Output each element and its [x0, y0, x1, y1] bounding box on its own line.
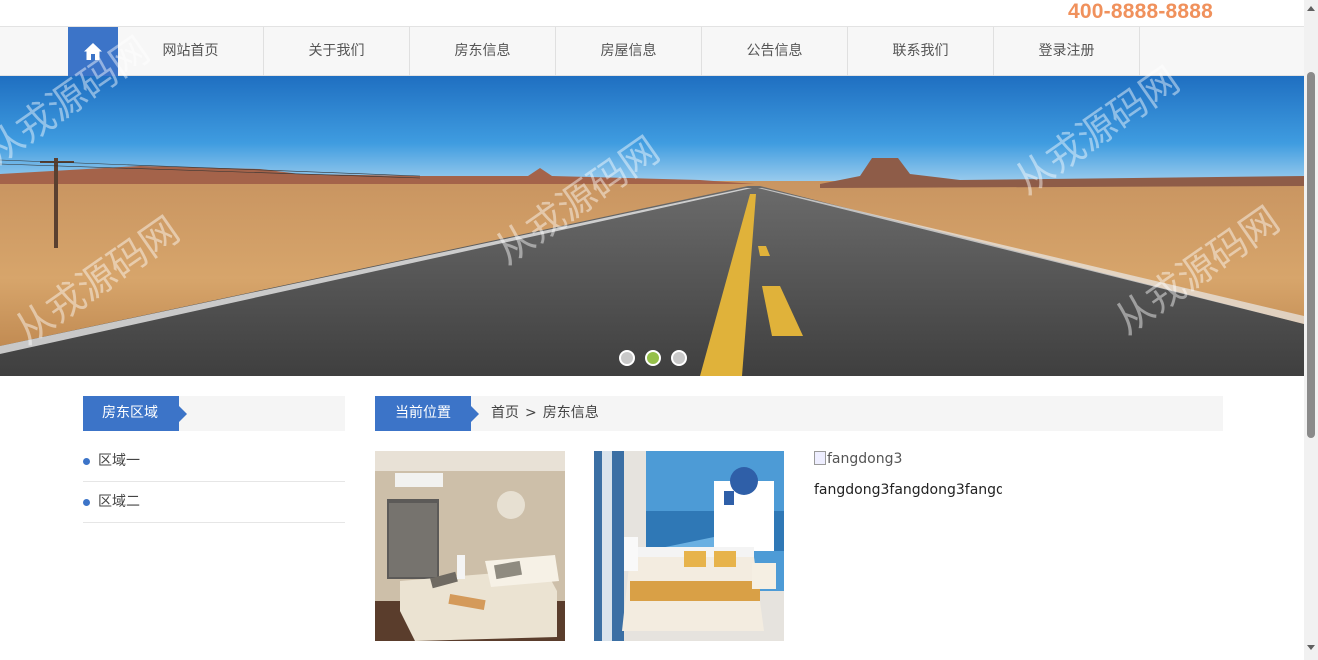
banner-dot-1[interactable] [619, 350, 635, 366]
banner-road-image [0, 76, 1304, 376]
nav-item-notices[interactable]: 公告信息 [702, 27, 848, 76]
breadcrumb-separator: > [525, 405, 537, 421]
scroll-down-arrow-icon[interactable] [1307, 645, 1315, 650]
breadcrumb-path: 首页 > 房东信息 [491, 396, 605, 431]
breadcrumb-current: 房东信息 [542, 405, 599, 421]
sidebar-item-region-2[interactable]: 区域二 [83, 482, 345, 523]
sidebar-list: 区域一 区域二 [83, 441, 345, 523]
nav-items: 网站首页 关于我们 房东信息 房屋信息 公告信息 联系我们 登录注册 [118, 27, 1140, 76]
listing-3-text[interactable]: fangdong3fangdong3fangdong3 [814, 482, 1002, 498]
breadcrumb-home-link[interactable]: 首页 [491, 405, 519, 421]
nav-item-contact[interactable]: 联系我们 [848, 27, 994, 76]
banner-dot-3[interactable] [671, 350, 687, 366]
breadcrumb-title: 当前位置 [375, 396, 479, 431]
breadcrumb: 当前位置 首页 > 房东信息 [375, 396, 1223, 431]
nav-item-home[interactable]: 网站首页 [118, 27, 264, 76]
banner-dots [619, 350, 687, 366]
bedroom-photo [594, 451, 784, 641]
hero-banner[interactable] [0, 76, 1304, 376]
nav-item-houses[interactable]: 房屋信息 [556, 27, 702, 76]
nav-item-landlords[interactable]: 房东信息 [410, 27, 556, 76]
banner-dot-2[interactable] [645, 350, 661, 366]
sidebar-title: 房东区域 [83, 396, 187, 431]
broken-image-icon [814, 451, 826, 465]
listing-image-3-broken[interactable]: fangdong3 [814, 451, 902, 467]
hotline-phone: 400-8888-8888 [1068, 0, 1214, 23]
page: 400-8888-8888 网站首页 关于我们 房东信息 房屋信息 公告信息 联… [0, 0, 1318, 660]
main-nav: 网站首页 关于我们 房东信息 房屋信息 公告信息 联系我们 登录注册 [0, 26, 1304, 76]
nav-item-about[interactable]: 关于我们 [264, 27, 410, 76]
scrollbar-thumb[interactable] [1307, 72, 1315, 438]
top-strip: 400-8888-8888 [0, 0, 1304, 26]
listing-image-1[interactable] [375, 451, 565, 641]
broken-image-alt: fangdong3 [827, 451, 903, 467]
scroll-up-arrow-icon[interactable] [1307, 6, 1315, 11]
bedroom-photo [375, 451, 565, 641]
nav-item-login[interactable]: 登录注册 [994, 27, 1140, 76]
sidebar-item-region-1[interactable]: 区域一 [83, 441, 345, 482]
home-icon [84, 43, 102, 60]
home-button[interactable] [68, 27, 118, 76]
listing-image-2[interactable] [594, 451, 784, 641]
sidebar-header: 房东区域 [83, 396, 345, 431]
page-scrollbar[interactable] [1304, 0, 1318, 660]
